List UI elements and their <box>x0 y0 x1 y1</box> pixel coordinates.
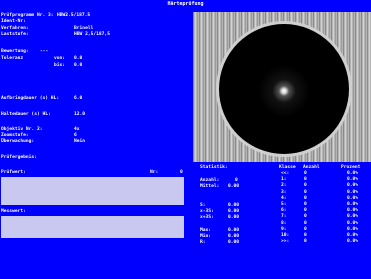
tolerance-from-value: 0.0 <box>74 56 83 61</box>
monitoring-value: Nein <box>74 139 86 144</box>
objective-label: Objektiv Nr. 2: <box>1 127 43 132</box>
histogram-count: 0 <box>304 171 307 176</box>
indentation-image <box>193 12 371 162</box>
evaluation-label: Bewertung: <box>1 49 29 54</box>
histogram-percent: 0.0% <box>347 183 359 189</box>
histogram-class: 5: <box>281 202 287 207</box>
histogram-class: >>: <box>281 239 290 245</box>
histogram-class: <<: <box>281 171 290 176</box>
method-label: Verfahren: <box>1 26 29 31</box>
method-value: Brinell <box>74 26 94 31</box>
tolerance-to-label: bis: <box>54 63 66 68</box>
load-value: HBW 2,5/187,5 <box>74 32 110 37</box>
stat-label: S: <box>200 203 206 208</box>
title-bar: Härteprüfung <box>0 0 371 9</box>
result-label: Prüfergebnis: <box>1 155 37 160</box>
stat-value: 0.00 <box>228 209 240 214</box>
histogram-percent: 0.0% <box>347 202 359 207</box>
histogram-percent: 0.0% <box>347 220 359 226</box>
stat-value: 0.00 <box>228 203 240 208</box>
stat-value: 0.00 <box>228 215 240 220</box>
percent-header: Prozent <box>341 165 361 170</box>
test-value-label: Prüfwert: <box>1 170 26 175</box>
histogram-percent: 0.0% <box>347 171 359 176</box>
histogram-count: 0 <box>304 202 307 207</box>
test-number-value: 0 <box>180 170 183 175</box>
class-header: Klasse <box>279 165 296 170</box>
statistics-title: Statistik: <box>200 165 228 170</box>
stat-label: Min: <box>200 234 212 239</box>
stat-value: 0.00 <box>228 234 240 239</box>
count-header: Anzahl <box>303 165 320 170</box>
zoom-value: 6 <box>74 133 77 138</box>
stat-label: Max: <box>200 228 212 233</box>
histogram-count: 0 <box>304 239 307 245</box>
objective-value: 4x <box>74 127 80 132</box>
hold-time-label: Haltedauer (s) HL: <box>1 112 51 117</box>
stat-label: x-3S: <box>200 209 214 214</box>
histogram-percent: 0.0% <box>347 189 359 195</box>
indentation-image-svg <box>193 12 371 162</box>
histogram-class: 2: <box>281 183 287 189</box>
test-number-label: Nr: <box>150 170 159 175</box>
ident-label: Ident-Nr: <box>1 19 26 24</box>
stat-value: 0.00 <box>228 228 240 233</box>
histogram-percent: 0.0% <box>347 233 359 238</box>
monitoring-label: Überwachung: <box>1 139 35 144</box>
histogram-percent: 0.0% <box>347 214 359 220</box>
stat-value: 0.00 <box>228 240 240 245</box>
histogram-count: 0 <box>304 195 307 201</box>
indentation-center <box>258 65 310 117</box>
stat-value: 0.00 <box>228 184 240 189</box>
program-label: Prüfprogramm Nr. 3: <box>1 13 54 18</box>
histogram-percent: 0.0% <box>347 226 359 232</box>
histogram-percent: 0.0% <box>347 239 359 245</box>
load-label: Laststufe: <box>1 32 29 37</box>
measurement-label: Messwert: <box>1 209 26 214</box>
hold-time-value: 12.0 <box>74 112 86 117</box>
zoom-label: Zoomstufe: <box>1 133 29 138</box>
histogram-class: 4: <box>281 195 287 201</box>
histogram-count: 0 <box>304 214 307 220</box>
stat-value: 0 <box>235 178 238 183</box>
histogram-count: 0 <box>304 183 307 189</box>
histogram-class: 7: <box>281 214 287 220</box>
evaluation-value: --- <box>40 49 49 54</box>
tolerance-from-label: von: <box>54 56 66 61</box>
tolerance-to-value: 0.0 <box>74 63 83 68</box>
histogram-count: 0 <box>304 220 307 226</box>
histogram-count: 0 <box>304 226 307 232</box>
window-title: Härteprüfung <box>167 1 204 7</box>
histogram-count: 0 <box>304 233 307 238</box>
stat-label: Anzahl: <box>200 178 220 183</box>
stat-label: R: <box>200 240 206 245</box>
apply-time-label: Aufbringdauer (s) HL: <box>1 96 60 101</box>
histogram-class: 3: <box>281 189 287 195</box>
stat-label: x+3S: <box>200 215 214 220</box>
stat-label: Mittel: <box>200 184 220 189</box>
histogram-class: 9: <box>281 226 287 232</box>
histogram-count: 0 <box>304 189 307 195</box>
apply-time-value: 6.0 <box>74 96 83 101</box>
test-value-display <box>1 177 184 205</box>
histogram-class: 8: <box>281 220 287 226</box>
histogram-class: 10: <box>281 233 290 238</box>
tolerance-label: Toleranz <box>1 56 24 61</box>
histogram-percent: 0.0% <box>347 195 359 201</box>
program-value: HBW2.5/187.5 <box>57 13 91 18</box>
measurement-display <box>1 216 184 238</box>
